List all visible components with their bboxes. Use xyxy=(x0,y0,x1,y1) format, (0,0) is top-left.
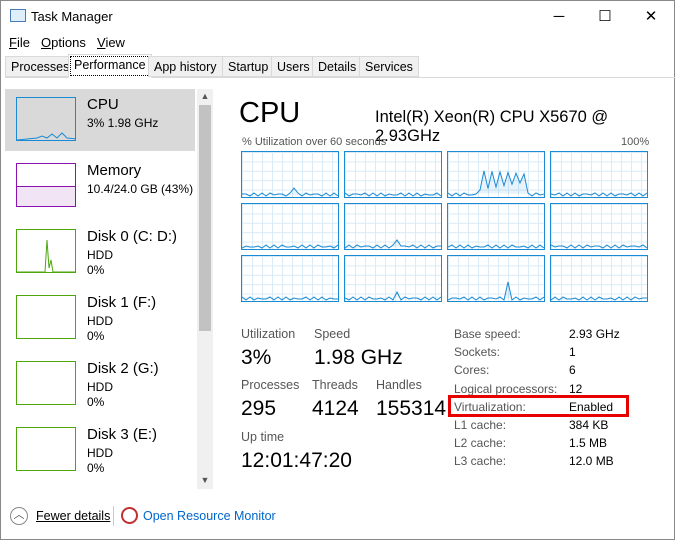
detail-label: Sockets: xyxy=(454,345,501,360)
sidebar-item-ethernet[interactable]: Ethernet xyxy=(5,485,195,489)
handles-value: 155314 xyxy=(376,397,447,420)
maximize-button[interactable]: ☐ xyxy=(582,1,628,33)
logical-processor-graph xyxy=(344,255,442,302)
detail-label: Logical processors: xyxy=(454,381,558,396)
sidebar-item-title: Memory xyxy=(87,162,142,179)
sidebar-item-cpu[interactable]: CPU 3% 1.98 GHz xyxy=(5,89,195,151)
resource-monitor-icon xyxy=(121,507,138,524)
sidebar-item-disk-2[interactable]: Disk 0 (C: D:) HDD 0% xyxy=(5,221,195,283)
scrollbar-thumb[interactable] xyxy=(199,105,211,331)
logical-processor-graph xyxy=(550,151,648,198)
detail-value: 2.93 GHz xyxy=(569,327,620,341)
processes-label: Processes xyxy=(241,378,300,392)
detail-value: 1.5 MB xyxy=(569,436,608,451)
menu-view[interactable]: View xyxy=(97,35,125,50)
graph-max-label: 100% xyxy=(621,136,650,148)
usage-thumbnail xyxy=(16,427,76,471)
logical-processor-graph xyxy=(550,255,648,302)
logical-processor-graph xyxy=(344,203,442,250)
usage-thumbnail xyxy=(16,361,76,405)
tab-startup[interactable]: Startup xyxy=(222,56,275,77)
logical-processor-graph xyxy=(241,255,339,302)
sidebar-item-title: Disk 3 (E:) xyxy=(87,426,158,443)
sidebar-item-detail: HDD 0% xyxy=(87,446,113,475)
logical-processor-graph xyxy=(241,151,339,198)
logical-processor-graph xyxy=(550,203,648,250)
logical-processor-graph xyxy=(447,255,545,302)
logical-processor-graph xyxy=(447,151,545,198)
tab-app-history[interactable]: App history xyxy=(148,56,223,77)
uptime-value: 12:01:47:20 xyxy=(241,449,352,472)
detail-label: Cores: xyxy=(454,363,490,378)
page-title: CPU xyxy=(239,97,301,129)
sidebar-item-disk-4[interactable]: Disk 2 (G:) HDD 0% xyxy=(5,353,195,415)
logical-processor-graph xyxy=(241,203,339,250)
detail-label: Base speed: xyxy=(454,327,521,341)
speed-value: 1.98 GHz xyxy=(314,346,403,369)
task-manager-icon xyxy=(10,9,26,22)
footer-divider xyxy=(113,506,114,526)
tab-processes[interactable]: Processes xyxy=(5,56,76,77)
utilization-value: 3% xyxy=(241,346,272,369)
title-bar: Task Manager ─ ☐ ✕ xyxy=(1,1,675,33)
chevron-up-icon[interactable]: ︿ xyxy=(10,507,28,525)
detail-value: 12.0 MB xyxy=(569,454,614,469)
tab-performance[interactable]: Performance xyxy=(68,54,152,78)
fewer-details-link[interactable]: Fewer details xyxy=(36,509,110,523)
sidebar-item-disk-5[interactable]: Disk 3 (E:) HDD 0% xyxy=(5,419,195,481)
detail-value: 12 xyxy=(569,381,583,396)
scroll-up-icon[interactable]: ▲ xyxy=(197,91,213,101)
sidebar-item-title: Disk 0 (C: D:) xyxy=(87,228,177,245)
virtualization-highlight-box xyxy=(448,395,629,417)
menu-options[interactable]: Options xyxy=(41,35,86,50)
usage-thumbnail xyxy=(16,97,78,141)
detail-value: 6 xyxy=(569,363,576,378)
logical-processor-graphs xyxy=(241,151,652,302)
detail-value: 1 xyxy=(569,345,576,360)
sidebar-item-title: Disk 1 (F:) xyxy=(87,294,157,311)
logical-processor-graph xyxy=(447,203,545,250)
tab-services[interactable]: Services xyxy=(359,56,419,77)
menu-bar: File Options View xyxy=(1,33,675,53)
detail-label: L1 cache: xyxy=(454,418,507,432)
utilization-label: Utilization xyxy=(241,327,296,341)
menu-file[interactable]: File xyxy=(9,35,30,50)
tab-details[interactable]: Details xyxy=(312,56,363,77)
resource-sidebar: CPU 3% 1.98 GHz Memory 10.4/24.0 GB (43%… xyxy=(5,89,195,489)
sidebar-item-disk-3[interactable]: Disk 1 (F:) HDD 0% xyxy=(5,287,195,349)
sidebar-item-detail: HDD 0% xyxy=(87,380,113,409)
detail-label: L2 cache: xyxy=(454,436,507,451)
scroll-down-icon[interactable]: ▼ xyxy=(197,475,213,485)
close-button[interactable]: ✕ xyxy=(628,1,674,33)
tab-bar: Processes Performance App history Startu… xyxy=(5,54,675,78)
speed-label: Speed xyxy=(314,327,351,341)
uptime-label: Up time xyxy=(241,430,285,444)
handles-label: Handles xyxy=(376,378,422,392)
sidebar-item-detail: 10.4/24.0 GB (43%) xyxy=(87,182,194,196)
detail-label: L3 cache: xyxy=(454,454,507,469)
usage-thumbnail xyxy=(16,229,77,273)
logical-processor-graph xyxy=(344,151,442,198)
tab-users[interactable]: Users xyxy=(271,56,316,77)
sidebar-item-title: CPU xyxy=(87,96,119,113)
detail-value: 384 KB xyxy=(569,418,609,432)
threads-value: 4124 xyxy=(312,397,359,420)
sidebar-item-title: Disk 2 (G:) xyxy=(87,360,159,377)
usage-thumbnail xyxy=(16,295,76,339)
threads-label: Threads xyxy=(312,378,358,392)
processes-value: 295 xyxy=(241,397,277,420)
sidebar-item-detail: HDD 0% xyxy=(87,314,113,343)
sidebar-item-detail: 3% 1.98 GHz xyxy=(87,116,159,130)
window-title: Task Manager xyxy=(31,9,113,24)
sidebar-item-memory[interactable]: Memory 10.4/24.0 GB (43%) xyxy=(5,155,195,217)
minimize-button[interactable]: ─ xyxy=(536,1,582,33)
open-resource-monitor-link[interactable]: Open Resource Monitor xyxy=(143,509,276,523)
graph-label: % Utilization over 60 seconds xyxy=(242,136,387,148)
sidebar-item-detail: HDD 0% xyxy=(87,248,113,277)
memory-thumbnail xyxy=(16,163,76,207)
